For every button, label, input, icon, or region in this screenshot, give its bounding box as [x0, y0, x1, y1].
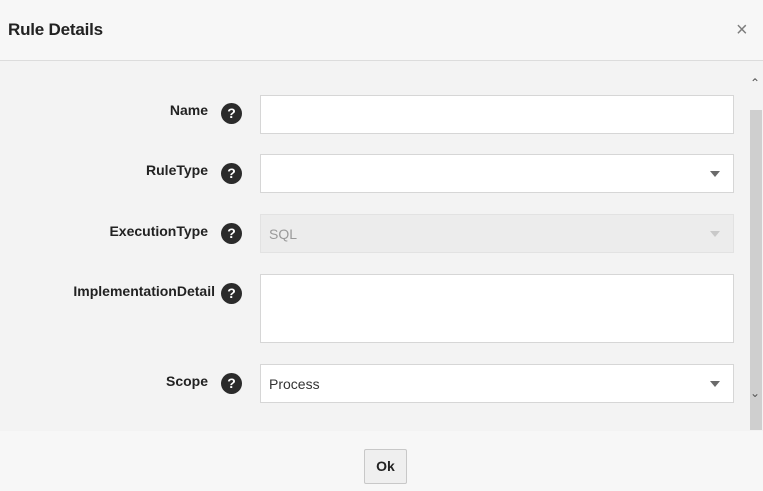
chevron-down-icon: [710, 171, 720, 177]
ruletype-label: RuleType: [146, 162, 208, 178]
help-icon[interactable]: ?: [221, 163, 242, 184]
dialog-header: Rule Details ×: [0, 0, 763, 61]
ruletype-select[interactable]: [260, 154, 734, 193]
dialog-body: Name ? RuleType ? ExecutionType ? SQL Im…: [0, 61, 763, 431]
implementationdetail-label: ImplementationDetail: [73, 283, 215, 299]
scrollbar-thumb[interactable]: [750, 110, 762, 430]
chevron-down-icon: [710, 231, 720, 237]
scope-label: Scope: [165, 373, 208, 389]
scope-select[interactable]: Process: [260, 364, 734, 403]
scope-select-value: Process: [269, 376, 320, 392]
executiontype-label: ExecutionType: [109, 223, 208, 239]
dialog-title: Rule Details: [8, 20, 103, 39]
help-icon[interactable]: ?: [221, 103, 242, 124]
help-icon[interactable]: ?: [221, 373, 242, 394]
scroll-down-icon[interactable]: ⌄: [750, 387, 760, 399]
help-icon[interactable]: ?: [221, 283, 242, 304]
executiontype-select: SQL: [260, 214, 734, 253]
rule-details-dialog: Rule Details × Name ? RuleType ? Executi…: [0, 0, 763, 491]
chevron-down-icon: [710, 381, 720, 387]
executiontype-select-value: SQL: [269, 226, 298, 242]
implementationdetail-textarea[interactable]: [260, 274, 734, 343]
help-icon[interactable]: ?: [221, 223, 242, 244]
scroll-up-icon[interactable]: ⌃: [750, 77, 760, 89]
name-label: Name: [169, 102, 208, 118]
ok-button[interactable]: Ok: [364, 449, 407, 484]
close-icon[interactable]: ×: [736, 20, 748, 40]
vertical-scrollbar[interactable]: ⌃ ⌄: [747, 70, 763, 430]
name-input[interactable]: [260, 95, 734, 134]
